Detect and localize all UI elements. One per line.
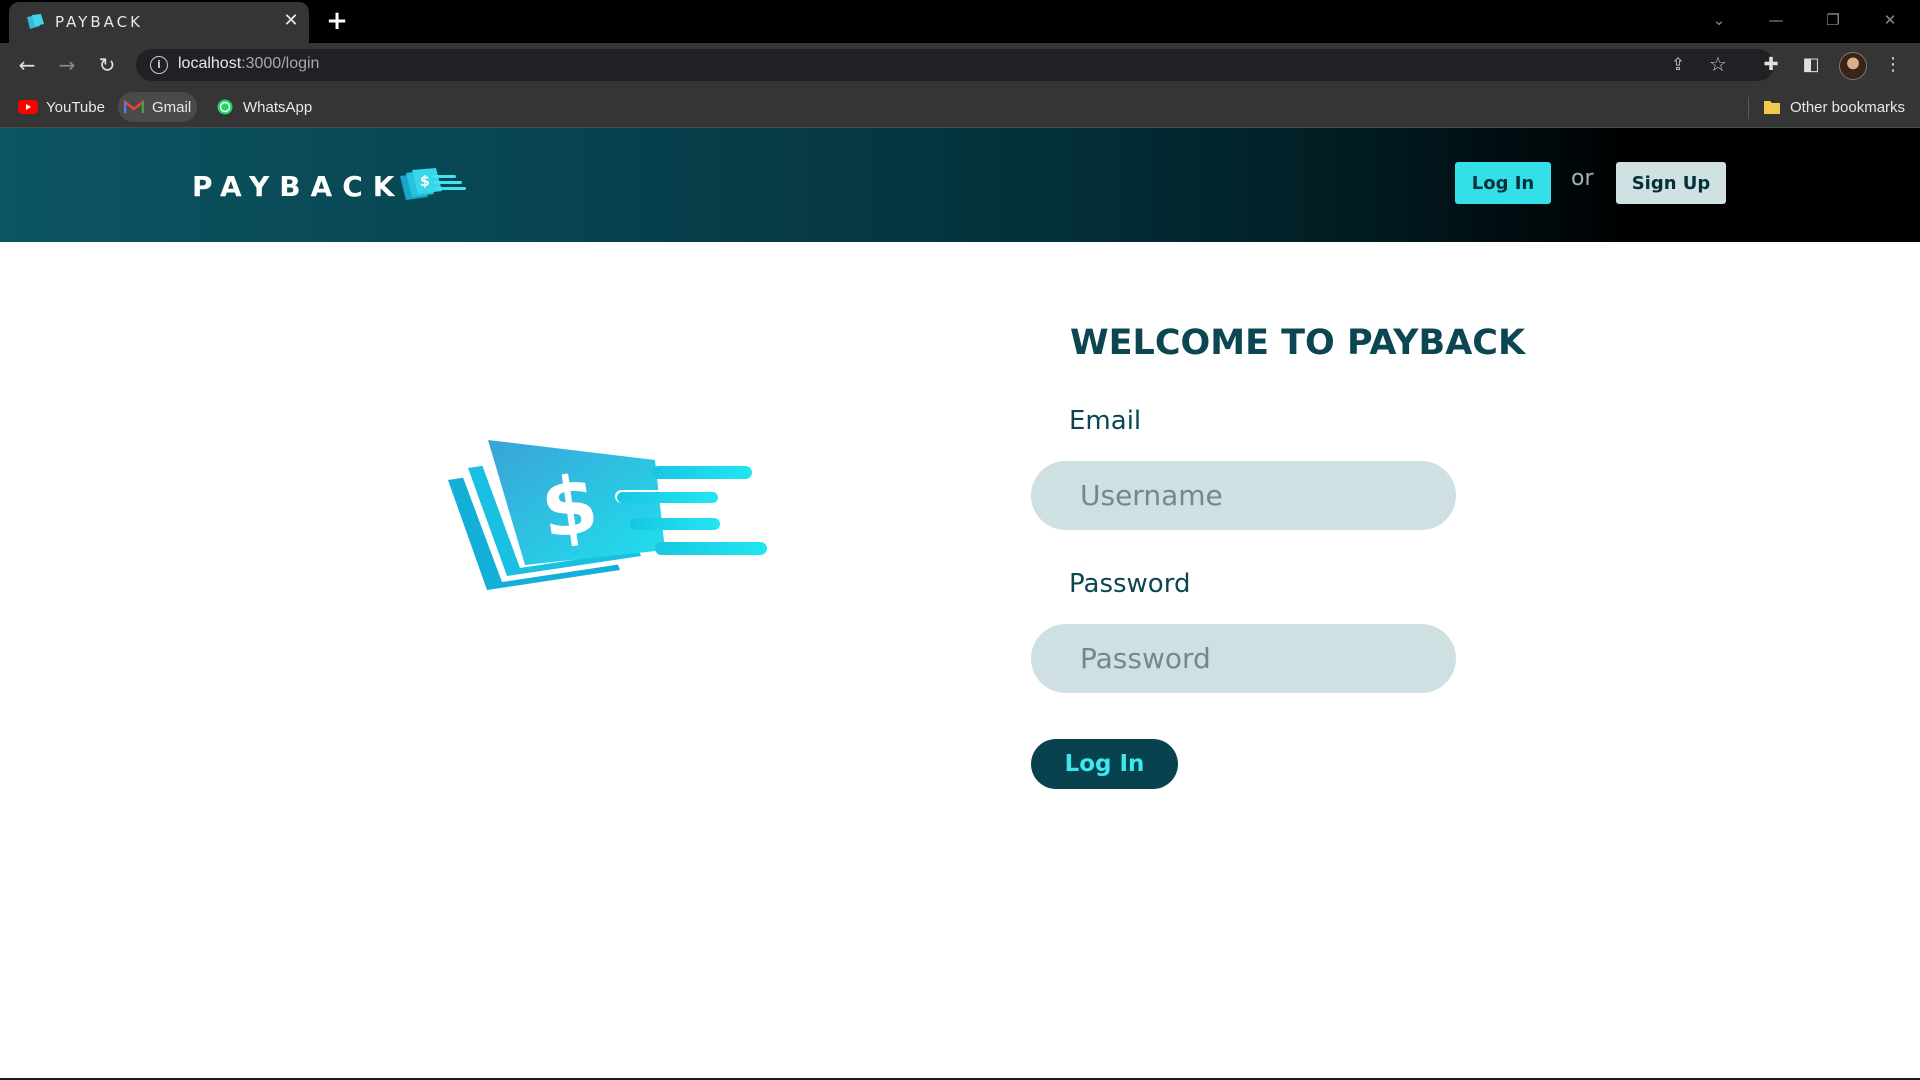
- brand-logo[interactable]: PAYBACK $: [192, 166, 468, 206]
- other-bookmarks-label: Other bookmarks: [1790, 98, 1906, 116]
- extensions-icon[interactable]: ✚: [1757, 51, 1785, 79]
- site-header: PAYBACK $ Log In or Sign Up: [0, 128, 1920, 242]
- browser-tab-strip: PAYBACK ✕ + ⌄ — ❐ ✕: [0, 0, 1920, 43]
- forward-icon[interactable]: →: [53, 51, 81, 79]
- bookmarks-bar: YouTube Gmail WhatsApp Other bookmarks: [0, 86, 1920, 128]
- money-logo-icon: $: [400, 168, 467, 200]
- other-bookmarks[interactable]: Other bookmarks: [1756, 92, 1911, 122]
- bookmark-star-icon[interactable]: ☆: [1707, 53, 1729, 75]
- bookmark-youtube[interactable]: YouTube: [12, 92, 111, 122]
- whatsapp-icon: [217, 99, 233, 115]
- new-tab-button[interactable]: +: [324, 8, 350, 34]
- password-input[interactable]: [1031, 624, 1456, 693]
- close-window-icon[interactable]: ✕: [1876, 8, 1904, 32]
- welcome-heading: WELCOME TO PAYBACK: [1070, 323, 1526, 363]
- site-info-icon[interactable]: i: [150, 56, 168, 74]
- url-host: localhost: [178, 55, 242, 72]
- reload-icon[interactable]: ↻: [93, 51, 121, 79]
- payback-favicon-icon: [27, 14, 44, 29]
- address-bar[interactable]: i localhost:3000/login ⇪ ☆: [136, 49, 1774, 81]
- menu-kebab-icon[interactable]: ⋮: [1879, 51, 1907, 79]
- folder-icon: [1764, 101, 1780, 114]
- restore-icon[interactable]: ❐: [1819, 8, 1847, 32]
- bookmark-whatsapp[interactable]: WhatsApp: [209, 92, 318, 122]
- bookmarks-divider: [1748, 97, 1749, 119]
- login-submit-button[interactable]: Log In: [1031, 739, 1178, 789]
- tab-search-icon[interactable]: ⌄: [1705, 8, 1733, 32]
- back-icon[interactable]: ←: [13, 51, 41, 79]
- browser-toolbar: ← → ↻ i localhost:3000/login ⇪ ☆ ✚ ◧ ⋮: [0, 43, 1920, 86]
- password-label: Password: [1069, 569, 1191, 599]
- brand-name: PAYBACK: [192, 169, 405, 203]
- profile-avatar[interactable]: [1839, 52, 1867, 80]
- bookmark-label: YouTube: [46, 98, 105, 116]
- header-or-text: or: [1571, 166, 1594, 191]
- bookmark-gmail[interactable]: Gmail: [118, 92, 198, 122]
- side-panel-icon[interactable]: ◧: [1797, 51, 1825, 79]
- browser-tab[interactable]: PAYBACK ✕: [9, 2, 309, 43]
- svg-text:$: $: [420, 174, 430, 190]
- tab-title: PAYBACK: [55, 13, 143, 31]
- bookmark-label: WhatsApp: [243, 98, 313, 116]
- payback-hero-logo-icon: $: [448, 440, 767, 590]
- minimize-icon[interactable]: —: [1762, 8, 1790, 32]
- email-label: Email: [1069, 406, 1142, 436]
- youtube-icon: [18, 100, 38, 114]
- header-login-button[interactable]: Log In: [1455, 162, 1551, 204]
- tab-close-icon[interactable]: ✕: [280, 10, 302, 32]
- email-input[interactable]: [1031, 461, 1456, 530]
- header-signup-button[interactable]: Sign Up: [1616, 162, 1726, 204]
- bookmark-label: Gmail: [152, 98, 192, 116]
- url-text[interactable]: localhost:3000/login: [178, 55, 319, 73]
- gmail-icon: [124, 99, 144, 113]
- share-icon[interactable]: ⇪: [1667, 54, 1689, 76]
- url-path: :3000/login: [241, 55, 320, 72]
